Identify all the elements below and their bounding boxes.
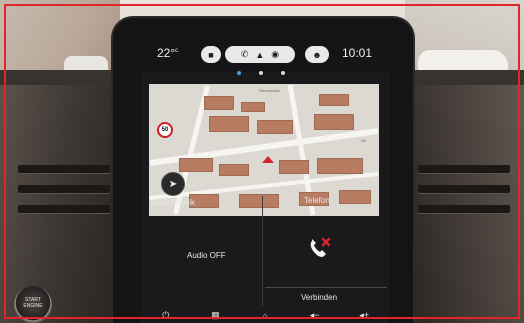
phone-disconnected-icon[interactable] [306,235,332,261]
temperature-readout: 22°c [157,46,178,60]
status-bar: 22°c ■ ✆ ▲ ◉ ☻ 10:01 [141,38,389,72]
street-label: Sternstraße [259,88,280,93]
map-building [209,116,249,132]
connect-button[interactable]: Verbinden [301,293,337,302]
infotainment-screen: 22°c ■ ✆ ▲ ◉ ☻ 10:01 Sternstraße Str 50 … [141,38,389,323]
engine-label: ENGINE [23,303,43,309]
temperature-value: 22° [157,46,176,60]
tile-divider [262,196,263,306]
dashboard-left-panel [0,85,115,323]
map-building [317,158,363,174]
page-dot[interactable] [281,71,285,75]
map-building [279,160,309,174]
map-building [219,164,249,176]
current-position-icon [262,156,274,163]
air-vent-slat [18,205,110,213]
status-pill-group[interactable]: ✆ ▲ ◉ [225,46,295,63]
air-vent-slat [18,165,110,173]
start-engine-button[interactable]: START ENGINE [14,286,52,323]
map-building [339,190,371,204]
map-building [319,94,349,106]
bottom-navbar: ⏻ ▦ ⌂ ◂− ◂+ [141,308,389,323]
power-icon[interactable]: ⏻ [155,310,177,321]
person-icon[interactable]: ☻ [305,46,329,63]
air-vent-slat [18,185,110,193]
phone-label[interactable]: Telefon [304,196,330,205]
page-dot[interactable] [259,71,263,75]
map-building [314,114,354,130]
audio-status[interactable]: Audio OFF [187,251,226,260]
map-building [179,158,213,172]
map-building [204,96,234,110]
navigation-map[interactable]: Sternstraße Str 50 ➤ [149,84,379,216]
map-building [239,194,279,208]
volume-up-icon[interactable]: ◂+ [353,310,375,321]
page-dot[interactable] [237,71,241,75]
photo-background: START ENGINE 22°c ■ ✆ ▲ ◉ ☻ 10:01 Sterns… [0,0,524,323]
map-building [257,120,293,134]
radio-music-label[interactable]: Radio/Musik [151,198,195,207]
warning-icon: ▲ [255,49,265,60]
page-indicator [237,71,285,75]
settings-icon: ◉ [271,49,280,59]
air-vent-slat [418,165,510,173]
home-icon[interactable]: ⌂ [254,311,276,321]
street-label: Str [361,138,367,143]
volume-down-icon[interactable]: ◂− [304,310,326,321]
tile-divider [265,287,387,288]
speed-limit-sign: 50 [157,122,173,138]
clock: 10:01 [342,46,373,60]
compass-icon[interactable]: ➤ [161,172,185,196]
phone-icon: ✆ [240,49,249,59]
air-vent-slat [418,185,510,193]
square-icon[interactable]: ■ [201,46,221,63]
temperature-unit: c [175,48,179,54]
map-building [241,102,265,112]
apps-grid-icon[interactable]: ▦ [204,310,226,321]
dashboard-right-panel [410,85,524,323]
air-vent-slat [418,205,510,213]
